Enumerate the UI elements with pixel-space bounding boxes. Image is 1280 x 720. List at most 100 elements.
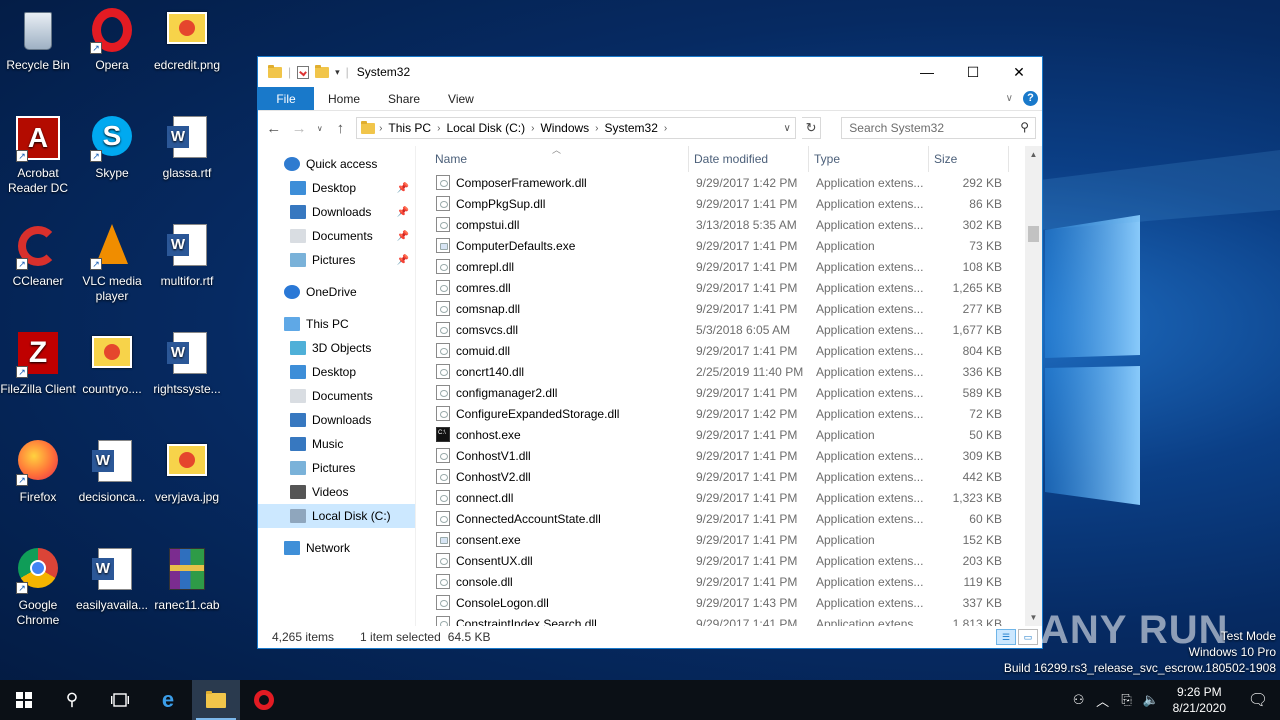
file-row[interactable]: ConstraintIndex.Search.dll 9/29/2017 1:41… (416, 613, 1042, 626)
column-date-modified[interactable]: Date modified (689, 146, 809, 172)
nav-pc-pictures[interactable]: Pictures (258, 456, 415, 480)
refresh-button[interactable]: ↻ (801, 117, 822, 139)
close-button[interactable]: ✕ (996, 57, 1042, 87)
properties-icon[interactable] (297, 65, 310, 79)
desktop-item-veryjava-jpg[interactable]: veryjava.jpg (149, 438, 225, 505)
task-view-button[interactable] (96, 680, 144, 720)
show-hidden-icons-icon[interactable]: ︿ (1091, 691, 1115, 710)
search-button[interactable]: ⚲ (48, 680, 96, 720)
desktop-item-ccleaner[interactable]: ↗ CCleaner (0, 222, 76, 289)
desktop-item-easilyavaila[interactable]: Weasilyavaila... (74, 546, 150, 613)
nav-quick-downloads[interactable]: Downloads 📌 (258, 200, 415, 224)
column-size[interactable]: Size (929, 146, 1009, 172)
file-row[interactable]: comres.dll 9/29/2017 1:41 PM Application e… (416, 277, 1042, 298)
file-row[interactable]: ConnectedAccountState.dll 9/29/2017 1:41 … (416, 508, 1042, 529)
file-explorer-taskbar-button[interactable] (192, 680, 240, 720)
tab-share[interactable]: Share (374, 87, 434, 110)
breadcrumb-this-pc[interactable]: This PC (382, 121, 437, 135)
up-button[interactable]: ↑ (331, 120, 350, 137)
column-type[interactable]: Type (809, 146, 929, 172)
desktop-item-google-chrome[interactable]: ↗ Google Chrome (0, 546, 76, 628)
file-row[interactable]: ConfigureExpandedStorage.dll 9/29/2017 1:… (416, 403, 1042, 424)
desktop-item-vlc-media-player[interactable]: ↗ VLC media player (74, 222, 150, 304)
scroll-thumb[interactable] (1028, 226, 1039, 242)
tab-home[interactable]: Home (314, 87, 374, 110)
column-name[interactable]: Name (434, 146, 689, 172)
file-row[interactable]: concrt140.dll 2/25/2019 11:40 PM Applicati… (416, 361, 1042, 382)
people-icon[interactable]: ⚇ (1067, 692, 1091, 708)
opera-taskbar-button[interactable] (240, 680, 288, 720)
forward-button[interactable]: → (289, 120, 308, 137)
desktop-item-countryo[interactable]: countryo.... (74, 330, 150, 397)
expand-ribbon-icon[interactable]: ∨ (1006, 93, 1013, 104)
network-icon[interactable]: ⎘ (1115, 692, 1139, 708)
minimize-button[interactable]: — (904, 57, 950, 87)
desktop-item-ranec11-cab[interactable]: ranec11.cab (149, 546, 225, 613)
nav-onedrive[interactable]: OneDrive (258, 280, 415, 304)
title-bar[interactable]: | ▾ | System32 — ☐ ✕ (258, 57, 1042, 87)
maximize-button[interactable]: ☐ (950, 57, 996, 87)
start-button[interactable] (0, 680, 48, 720)
scroll-up-button[interactable]: ▲ (1025, 146, 1042, 163)
edge-taskbar-button[interactable]: e (144, 680, 192, 720)
nav-pc-3d-objects[interactable]: 3D Objects (258, 336, 415, 360)
vertical-scrollbar[interactable]: ▲ ▼ (1025, 146, 1042, 626)
volume-icon[interactable]: 🔈 (1139, 692, 1163, 708)
action-center-icon[interactable]: 🗨 (1236, 690, 1280, 710)
desktop-item-skype[interactable]: S ↗ Skype (74, 114, 150, 181)
file-row[interactable]: comrepl.dll 9/29/2017 1:41 PM Application … (416, 256, 1042, 277)
file-row[interactable]: ConsoleLogon.dll 9/29/2017 1:43 PM Applica… (416, 592, 1042, 613)
file-row[interactable]: compstui.dll 3/13/2018 5:35 AM Application… (416, 214, 1042, 235)
nav-pc-downloads[interactable]: Downloads (258, 408, 415, 432)
nav-pc-desktop[interactable]: Desktop (258, 360, 415, 384)
file-row[interactable]: ComputerDefaults.exe 9/29/2017 1:41 PM App… (416, 235, 1042, 256)
desktop-item-firefox[interactable]: ↗ Firefox (0, 438, 76, 505)
desktop-item-opera[interactable]: ↗ Opera (74, 6, 150, 73)
breadcrumb-local-disk[interactable]: Local Disk (C:) (440, 121, 531, 135)
nav-pc-documents[interactable]: Documents (258, 384, 415, 408)
tab-file[interactable]: File (258, 87, 314, 110)
nav-network[interactable]: Network (258, 536, 415, 560)
desktop-item-recycle-bin[interactable]: Recycle Bin (0, 6, 76, 73)
nav-quick-pictures[interactable]: Pictures 📌 (258, 248, 415, 272)
tab-view[interactable]: View (434, 87, 488, 110)
file-row[interactable]: consent.exe 9/29/2017 1:41 PM Application 1… (416, 529, 1042, 550)
search-input[interactable]: Search System32 ⚲ (841, 117, 1037, 139)
breadcrumb-system32[interactable]: System32 (599, 121, 664, 135)
file-row[interactable]: comuid.dll 9/29/2017 1:41 PM Application e… (416, 340, 1042, 361)
desktop-item-filezilla-client[interactable]: Z ↗ FileZilla Client (0, 330, 76, 397)
address-dropdown-icon[interactable]: ∨ (783, 123, 790, 134)
file-row[interactable]: console.dll 9/29/2017 1:41 PM Application … (416, 571, 1042, 592)
file-row[interactable]: conhost.exe 9/29/2017 1:41 PM Application 5… (416, 424, 1042, 445)
nav-pc-music[interactable]: Music (258, 432, 415, 456)
desktop-item-rightssyste[interactable]: Wrightssyste... (149, 330, 225, 397)
file-row[interactable]: configmanager2.dll 9/29/2017 1:41 PM Appli… (416, 382, 1042, 403)
back-button[interactable]: ← (264, 120, 283, 137)
desktop-item-edcredit-png[interactable]: edcredit.png (149, 6, 225, 73)
desktop-item-glassa-rtf[interactable]: Wglassa.rtf (149, 114, 225, 181)
nav-this-pc[interactable]: This PC (258, 312, 415, 336)
file-row[interactable]: ComposerFramework.dll 9/29/2017 1:42 PM Ap… (416, 172, 1042, 193)
breadcrumb-windows[interactable]: Windows (534, 121, 595, 135)
nav-pc-videos[interactable]: Videos (258, 480, 415, 504)
new-folder-icon[interactable] (315, 64, 330, 78)
nav-quick-documents[interactable]: Documents 📌 (258, 224, 415, 248)
desktop-item-multifor-rtf[interactable]: Wmultifor.rtf (149, 222, 225, 289)
clock[interactable]: 9:26 PM 8/21/2020 (1163, 684, 1236, 716)
file-row[interactable]: ConhostV1.dll 9/29/2017 1:41 PM Applicatio… (416, 445, 1042, 466)
file-row[interactable]: CompPkgSup.dll 9/29/2017 1:41 PM Applicati… (416, 193, 1042, 214)
file-row[interactable]: comsnap.dll 9/29/2017 1:41 PM Application … (416, 298, 1042, 319)
recent-locations-icon[interactable]: ∨ (315, 124, 325, 133)
file-row[interactable]: connect.dll 9/29/2017 1:41 PM Application … (416, 487, 1042, 508)
nav-quick-desktop[interactable]: Desktop 📌 (258, 176, 415, 200)
desktop-item-decisionca[interactable]: Wdecisionca... (74, 438, 150, 505)
address-bar[interactable]: › This PC › Local Disk (C:) › Windows › … (356, 117, 796, 139)
qat-dropdown-icon[interactable]: ▾ (335, 67, 340, 78)
file-row[interactable]: ConsentUX.dll 9/29/2017 1:41 PM Applicatio… (416, 550, 1042, 571)
nav-pc-local-disk-c[interactable]: Local Disk (C:) (258, 504, 415, 528)
file-row[interactable]: comsvcs.dll 5/3/2018 6:05 AM Application e… (416, 319, 1042, 340)
file-row[interactable]: ConhostV2.dll 9/29/2017 1:41 PM Applicatio… (416, 466, 1042, 487)
help-icon[interactable]: ? (1023, 91, 1038, 106)
desktop-item-acrobat-reader-dc[interactable]: A ↗ Acrobat Reader DC (0, 114, 76, 196)
nav-quick-access[interactable]: Quick access (258, 152, 415, 176)
